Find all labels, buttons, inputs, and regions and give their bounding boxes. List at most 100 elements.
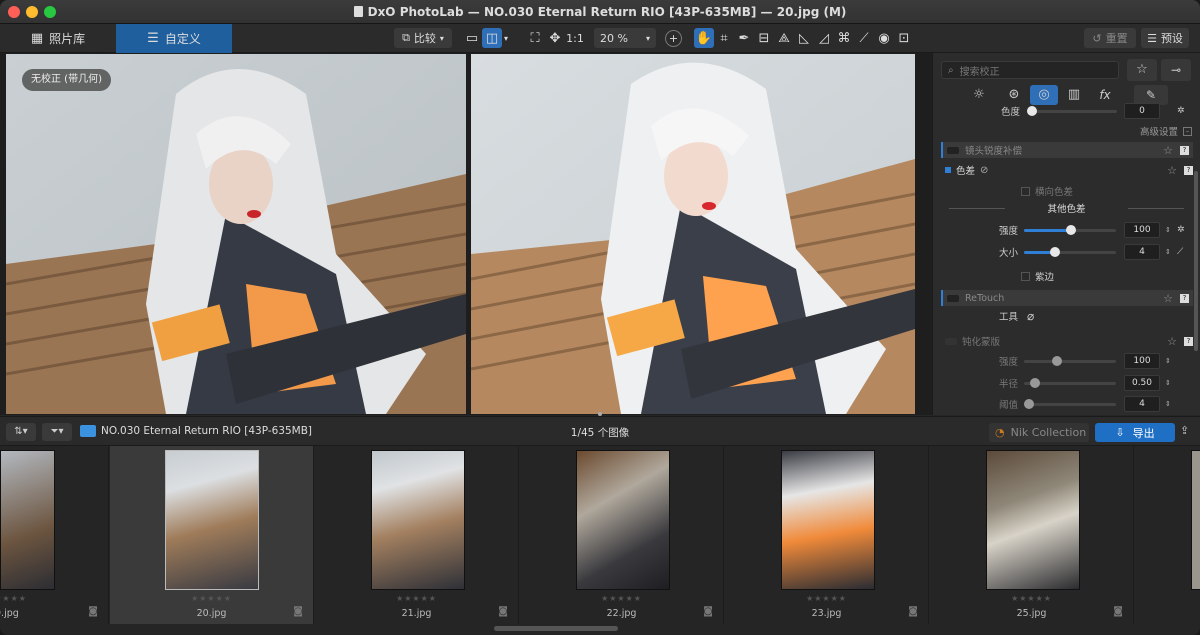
size-value[interactable]: 4 <box>1124 244 1160 260</box>
toggle-icon[interactable]: ⊸ <box>1161 59 1191 81</box>
perspective-3-icon[interactable]: ◿ <box>814 28 834 48</box>
perspective-2-icon[interactable]: ◺ <box>794 28 814 48</box>
section-toggle[interactable] <box>945 167 951 173</box>
compare-button[interactable]: ⧉ 比较 ▾ <box>394 28 452 48</box>
size-slider[interactable] <box>1024 247 1116 257</box>
thumbnail-selected[interactable]: ★★★★★ 20.jpg ◙ <box>110 446 314 624</box>
tab-customize[interactable]: ☰ 自定义 <box>116 24 232 53</box>
chevron-down-icon[interactable]: ▾ <box>500 28 512 48</box>
panel-scrollbar[interactable] <box>1194 171 1198 351</box>
lateral-ca-checkbox[interactable] <box>1021 186 1030 196</box>
rating-stars[interactable]: ★★★★★ <box>520 594 723 603</box>
eyedropper-icon[interactable]: ✒ <box>734 28 754 48</box>
perspective-icon[interactable]: ⟁ <box>774 28 794 48</box>
tab-library[interactable]: ▦ 照片库 <box>0 24 116 53</box>
folder-name[interactable]: NO.030 Eternal Return RIO [43P-635MB] <box>101 425 312 437</box>
stepper-icon[interactable]: ⇕ <box>1165 226 1171 234</box>
move-icon[interactable]: ✥ <box>545 28 565 48</box>
purple-fringe-row[interactable]: 紫边 <box>941 267 1192 285</box>
section-unsharp-mask[interactable]: 钝化蒙版 ☆ ? <box>945 333 1193 349</box>
info-icon[interactable]: ? <box>1184 165 1193 175</box>
section-toggle[interactable] <box>947 294 959 302</box>
rating-stars[interactable]: ★★★★★ <box>0 594 108 603</box>
us-strength-slider[interactable] <box>1024 356 1116 366</box>
after-photo[interactable] <box>471 54 915 414</box>
star-icon[interactable]: ☆ <box>1127 59 1157 81</box>
local-adjust-icon[interactable]: ⊡ <box>894 28 914 48</box>
repair-icon[interactable]: ⟋ <box>854 28 874 48</box>
filter-icon[interactable]: ⏷▾ <box>42 423 72 441</box>
rating-stars[interactable]: ★★★★★ <box>725 594 928 603</box>
rating-stars[interactable]: ★★★★★ <box>110 594 313 603</box>
thumbnail[interactable]: ★★★★★ 21.jpg ◙ <box>315 446 519 624</box>
crop-icon[interactable]: ⌗ <box>714 28 734 48</box>
search-input[interactable]: ⌕ 搜索校正 <box>941 61 1119 79</box>
split-view-icon[interactable]: ◫ <box>482 28 502 48</box>
star-icon[interactable]: ☆ <box>1163 144 1173 157</box>
share-icon[interactable]: ⇪ <box>1180 424 1189 437</box>
preset-button[interactable]: ☰ 预设 <box>1141 28 1189 48</box>
before-photo[interactable] <box>6 54 466 414</box>
radius-knob[interactable] <box>1030 378 1040 388</box>
eraser-icon[interactable]: ⌀ <box>1027 309 1034 323</box>
threshold-value[interactable]: 4 <box>1124 396 1160 412</box>
rating-stars[interactable]: ★★★★★ <box>315 594 518 603</box>
info-icon[interactable]: ? <box>1180 293 1189 303</box>
single-view-icon[interactable]: ▭ <box>462 28 482 48</box>
zoom-select[interactable]: 20 % ▾ <box>594 28 656 48</box>
section-retouch[interactable]: ReTouch ☆ ? <box>941 290 1193 306</box>
us-strength-value[interactable]: 100 <box>1124 353 1160 369</box>
thumbnail[interactable]: ★★★★★ 25.jpg ◙ <box>930 446 1134 624</box>
star-icon[interactable]: ☆ <box>1167 335 1177 348</box>
sort-icon[interactable]: ⇅▾ <box>6 423 36 441</box>
strength-slider[interactable] <box>1024 225 1116 235</box>
reset-button[interactable]: ↺ 重置 <box>1084 28 1136 48</box>
color-slider[interactable] <box>1027 106 1117 116</box>
us-strength-knob[interactable] <box>1052 356 1062 366</box>
star-icon[interactable]: ☆ <box>1163 292 1173 305</box>
thumbnail[interactable]: ★★★★★ 23.jpg ◙ <box>725 446 929 624</box>
filmstrip-scrollbar[interactable] <box>494 626 618 631</box>
color-slider-knob[interactable] <box>1027 106 1037 116</box>
stepper-icon[interactable]: ⇕ <box>1165 357 1171 365</box>
eye-off-icon[interactable]: ⊘ <box>980 165 988 176</box>
strength-slider-knob[interactable] <box>1066 225 1076 235</box>
horizon-icon[interactable]: ⊟ <box>754 28 774 48</box>
section-chroma[interactable]: 色差 ⊘ ☆ ? <box>945 162 1193 178</box>
thumbnail[interactable] <box>1135 446 1200 624</box>
magic-wand-icon[interactable]: ✲ <box>1177 106 1185 116</box>
star-icon[interactable]: ☆ <box>1167 164 1177 177</box>
purple-fringe-checkbox[interactable] <box>1021 271 1030 281</box>
threshold-knob[interactable] <box>1024 399 1034 409</box>
size-slider-knob[interactable] <box>1050 247 1060 257</box>
advanced-row[interactable]: 高级设置 – <box>941 122 1192 140</box>
strength-value[interactable]: 100 <box>1124 222 1160 238</box>
eye-icon[interactable]: ◉ <box>874 28 894 48</box>
stepper-icon[interactable]: ⇕ <box>1165 248 1171 256</box>
thumbnail[interactable]: ★★★★★ 9.jpg ◙ <box>0 446 109 624</box>
stepper-icon[interactable]: ⇕ <box>1165 379 1171 387</box>
color-value[interactable]: 0 <box>1124 103 1160 119</box>
stepper-icon[interactable]: ⇕ <box>1165 400 1171 408</box>
brush-icon[interactable]: ⟋ <box>1177 247 1183 257</box>
lateral-ca-row[interactable]: 横向色差 <box>941 182 1192 200</box>
radius-value[interactable]: 0.50 <box>1124 375 1160 391</box>
image-viewer[interactable]: 无校正 (带几何) <box>0 53 932 416</box>
hand-tool-icon[interactable]: ✋ <box>694 28 714 48</box>
thumbnail[interactable]: ★★★★★ 22.jpg ◙ <box>520 446 724 624</box>
export-button[interactable]: ⇩ 导出 <box>1095 423 1175 442</box>
info-icon[interactable]: ? <box>1184 336 1193 346</box>
section-lens-sharpness[interactable]: 镜头锐度补偿 ☆ ? <box>941 142 1193 158</box>
rating-stars[interactable]: ★★★★★ <box>930 594 1133 603</box>
zoom-tool-icon[interactable]: + <box>665 30 682 47</box>
nik-collection-button[interactable]: ◔ Nik Collection <box>989 423 1089 442</box>
threshold-slider[interactable] <box>1024 399 1116 409</box>
grid-crop-icon[interactable]: ⌘ <box>834 28 854 48</box>
section-toggle[interactable] <box>945 337 957 345</box>
one-to-one-button[interactable]: 1:1 <box>565 28 585 48</box>
info-icon[interactable]: ? <box>1180 145 1189 155</box>
radius-slider[interactable] <box>1024 378 1116 388</box>
fit-screen-icon[interactable]: ⛶ <box>525 28 545 48</box>
magic-wand-icon[interactable]: ✲ <box>1177 225 1185 235</box>
section-toggle[interactable] <box>947 146 959 154</box>
